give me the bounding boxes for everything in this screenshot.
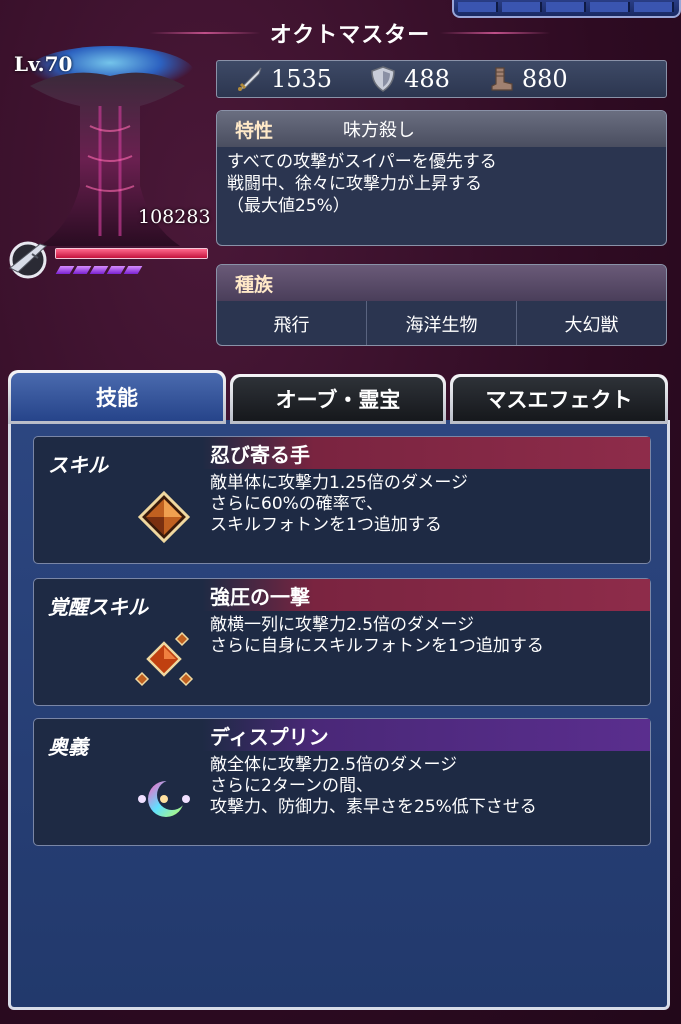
tab-bar: 技能 オーブ・霊宝 マスエフェクト xyxy=(8,370,670,424)
trait-name: 味方殺し xyxy=(343,120,415,141)
unit-level: Lv.70 xyxy=(14,52,73,76)
gauge-pip xyxy=(89,266,109,274)
skill-description: 敵横一列に攻撃力2.5倍のダメージ さらに自身にスキルフォトンを1つ追加する xyxy=(210,615,544,657)
stats-panel: 1535 488 880 xyxy=(216,60,667,98)
skill-description-line: さらに2ターンの間、 xyxy=(210,776,373,796)
race-value: 大幻獣 xyxy=(564,315,619,336)
trait-line: 戦闘中、徐々に攻撃力が上昇する xyxy=(227,174,482,194)
hp-bar-fill xyxy=(56,249,207,258)
tab-orb-treasure[interactable]: オーブ・霊宝 xyxy=(230,374,446,424)
skill-name: 忍び寄る手 xyxy=(202,437,650,469)
skill-name: 強圧の一撃 xyxy=(202,579,650,611)
unit-title-bar: オクトマスター xyxy=(150,16,550,50)
skill-name: ディスプリン xyxy=(202,719,650,751)
diamond-cluster-icon xyxy=(134,631,194,687)
attack-value: 1535 xyxy=(271,65,333,93)
skill-description-line: 敵全体に攻撃力2.5倍のダメージ xyxy=(210,755,458,775)
race-panel: 種族 飛行 海洋生物 大幻獣 xyxy=(216,264,667,346)
unit-hp: 108283 xyxy=(138,206,211,228)
diamond-crystal-icon xyxy=(137,490,191,544)
race-values: 飛行 海洋生物 大幻獣 xyxy=(217,301,666,345)
skill-description-line: さらに60%の確率で、 xyxy=(210,494,384,514)
unit-name: オクトマスター xyxy=(269,23,431,48)
skill-description: 敵全体に攻撃力2.5倍のダメージ さらに2ターンの間、 攻撃力、防御力、素早さを… xyxy=(210,755,537,818)
trait-line: すべての攻撃がスイパーを優先する xyxy=(227,152,497,172)
hp-bar xyxy=(55,248,208,259)
defense-value: 488 xyxy=(404,65,450,93)
skill-type-label: 覚醒スキル xyxy=(48,595,148,619)
gauge-pip xyxy=(72,266,92,274)
stat-speed: 880 xyxy=(486,64,568,94)
crescent-moon-icon xyxy=(138,780,190,817)
boot-icon xyxy=(491,67,513,91)
tab-label: オーブ・霊宝 xyxy=(233,377,443,421)
gauge-pip xyxy=(123,266,143,274)
rifle-icon xyxy=(4,236,54,280)
stat-defense: 488 xyxy=(368,64,450,94)
race-label: 種族 xyxy=(235,273,274,296)
skills-panel: スキル 忍び寄る手 敵単体に攻撃力1.25倍のダメージ さらに60%の確率で、 … xyxy=(8,420,670,1010)
trait-label: 特性 xyxy=(235,119,274,142)
gauge-pip xyxy=(55,266,75,274)
skill-description-line: 敵横一列に攻撃力2.5倍のダメージ xyxy=(210,615,475,635)
tab-mass-effect[interactable]: マスエフェクト xyxy=(450,374,668,424)
skill-card-awakening[interactable]: 覚醒スキル 強圧の一撃 敵横一列に攻撃力2.5倍のダメージ さらに自身にスキルフ… xyxy=(33,578,651,706)
trait-description: すべての攻撃がスイパーを優先する 戦闘中、徐々に攻撃力が上昇する （最大値25%… xyxy=(217,147,666,221)
tab-label: 技能 xyxy=(11,373,223,421)
tab-skills[interactable]: 技能 xyxy=(8,370,226,424)
race-header: 種族 xyxy=(217,265,666,301)
trait-line: （最大値25%） xyxy=(227,196,350,216)
sword-icon xyxy=(238,67,262,91)
speed-value: 880 xyxy=(521,65,568,93)
race-value: 飛行 xyxy=(217,301,367,345)
trait-header: 特性 味方殺し xyxy=(217,111,666,147)
skill-description-line: 敵単体に攻撃力1.25倍のダメージ xyxy=(210,473,469,493)
skill-type-label: スキル xyxy=(48,453,108,477)
skill-description-line: さらに自身にスキルフォトンを1つ追加する xyxy=(210,636,544,656)
skill-type-label: 奥義 xyxy=(48,735,88,759)
skill-card-skill[interactable]: スキル 忍び寄る手 敵単体に攻撃力1.25倍のダメージ さらに60%の確率で、 … xyxy=(33,436,651,564)
trait-panel: 特性 味方殺し すべての攻撃がスイパーを優先する 戦闘中、徐々に攻撃力が上昇する… xyxy=(216,110,667,246)
skill-description-line: 攻撃力、防御力、素早さを25%低下させる xyxy=(210,797,537,817)
skill-card-ultimate[interactable]: 奥義 ディスプリン 敵全体に攻撃力2.5倍のダメージ さらに2ターンの間、 攻撃… xyxy=(33,718,651,846)
tab-label: マスエフェクト xyxy=(453,377,665,421)
gauge-pip xyxy=(106,266,126,274)
race-value: 海洋生物 xyxy=(367,301,517,345)
skill-description: 敵単体に攻撃力1.25倍のダメージ さらに60%の確率で、 スキルフォトンを1つ… xyxy=(210,473,468,536)
skill-description-line: スキルフォトンを1つ追加する xyxy=(210,515,442,535)
skill-gauge xyxy=(55,266,143,274)
stat-attack: 1535 xyxy=(235,64,332,94)
shield-icon xyxy=(371,66,395,92)
